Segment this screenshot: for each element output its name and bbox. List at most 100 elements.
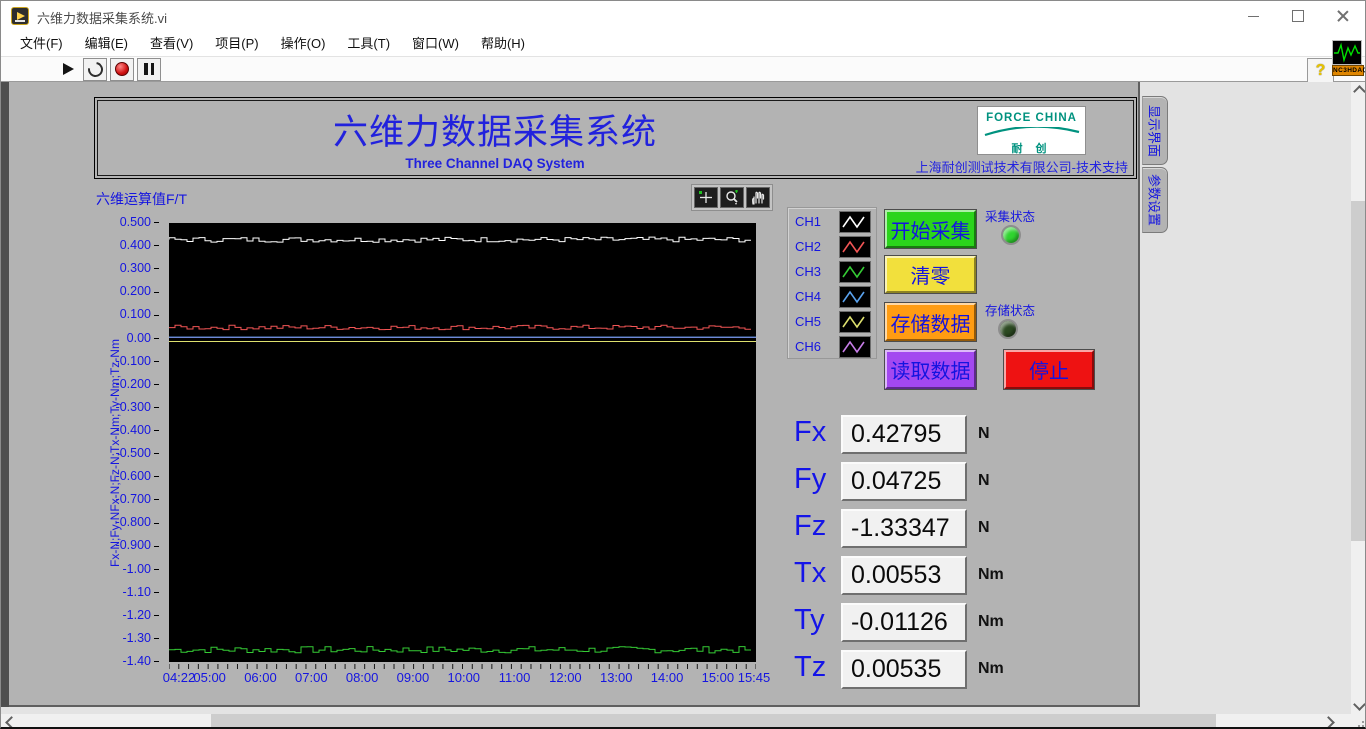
acquisition-status-label: 采集状态 [985,210,1036,224]
tab-parameter-label: 参数设置 [1146,173,1162,227]
menu-item[interactable]: 项目(P) [204,31,269,57]
legend-swatch-ch4[interactable] [839,286,871,308]
app-title: 六维力数据采集系统 [332,113,657,152]
y-tick-label: -0.900 [99,538,159,552]
tz-readout-row: Tz 0.00535 Nm [794,650,1074,690]
vertical-scrollbar[interactable] [1351,82,1365,714]
chevron-right-icon [1321,715,1335,727]
legend-label[interactable]: CH4 [795,289,821,304]
horizontal-scrollbar[interactable] [1,714,1365,727]
menu-bar: 文件(F) 编辑(E) 查看(V) 项目(P) 操作(O) 工具(T) 窗口(W) 帮助(H) [1,31,1365,57]
scroll-down-button[interactable] [1351,698,1365,714]
menu-item[interactable]: 操作(O) [270,31,337,57]
y-tick-label: -0.300 [99,400,159,414]
ty-readout-row: Ty -0.01126 Nm [794,603,1074,643]
x-tick-label: 04:22 [162,670,196,685]
menu-item[interactable]: 编辑(E) [74,31,139,57]
abort-button[interactable] [110,57,134,81]
pause-button[interactable] [137,57,161,81]
legend-label[interactable]: CH2 [795,239,821,254]
fy-value: 0.04725 [851,467,942,495]
x-tick-label: 07:00 [295,670,328,685]
legend-label[interactable]: CH6 [795,339,821,354]
panel-left-edge [1,82,9,707]
ty-label: Ty [794,604,825,636]
brand-logo: FORCE CHINA 耐 创 [977,106,1086,155]
legend-label[interactable]: CH3 [795,264,821,279]
scroll-right-button[interactable] [1321,714,1338,727]
toolbar [1,57,1365,82]
legend-swatch-ch6[interactable] [839,336,871,358]
read-data-button[interactable]: 读取数据 [884,349,977,390]
stop-button[interactable]: 停止 [1003,349,1095,390]
legend-label[interactable]: CH5 [795,314,821,329]
fy-label: Fy [794,463,827,495]
resize-grip[interactable] [1354,717,1364,727]
y-tick-label: -0.600 [99,469,159,483]
zoom-tool-button[interactable] [720,187,744,208]
fy-readout-row: Fy 0.04725 N [794,462,1074,502]
pause-icon [144,63,154,75]
cursor-tool-button[interactable] [694,187,718,208]
zoom-tool-icon [726,190,738,205]
menu-item[interactable]: 工具(T) [336,31,401,57]
waveform-chart-plot-area[interactable] [169,223,756,671]
waveform-swatch-icon [842,215,865,229]
ty-value: -0.01126 [851,608,948,636]
labview-window: 六维力数据采集系统.vi 文件(F) 编辑(E) 查看(V) 项目(P) 操作(O) 工具… [0,0,1366,729]
fz-readout-row: Fz -1.33347 N [794,509,1074,549]
tx-value: 0.00553 [851,561,942,589]
minimize-icon [1247,15,1259,17]
legend-swatch-ch5[interactable] [839,311,871,333]
zero-clear-button[interactable]: 清零 [884,255,977,294]
fx-value: 0.42795 [851,420,942,448]
tz-unit: Nm [978,660,1004,677]
legend-swatch-ch3[interactable] [839,261,871,283]
pan-tool-button[interactable] [746,187,770,208]
tx-label: Tx [794,557,827,589]
legend-swatch-ch1[interactable] [839,211,871,233]
minimize-button[interactable] [1230,1,1276,31]
menu-item[interactable]: 查看(V) [139,31,204,57]
tab-parameter-page[interactable]: 参数设置 [1142,167,1168,233]
tx-value-box: 0.00553 [841,556,967,595]
legend-label[interactable]: CH1 [795,214,821,229]
y-tick-label: -1.40 [99,654,159,668]
scroll-left-button[interactable] [1,714,18,727]
maximize-button[interactable] [1275,1,1321,31]
start-acquisition-button[interactable]: 开始采集 [884,209,977,249]
horizontal-scrollbar-thumb[interactable] [211,714,1216,727]
x-tick-label: 06:00 [244,670,277,685]
help-button[interactable]: ? [1307,58,1334,83]
run-continuous-button[interactable] [83,57,107,81]
y-tick-label: -0.100 [99,354,159,368]
chevron-up-icon [1353,85,1365,98]
storage-status-label: 存储状态 [985,304,1036,318]
brand-logo-text: FORCE CHINA [986,112,1077,124]
graph-title: 六维运算值F/T [96,191,187,207]
run-continuous-icon [84,58,106,80]
run-button[interactable] [56,57,80,81]
store-data-button[interactable]: 存储数据 [884,302,977,342]
chevron-down-icon [1353,698,1365,711]
waveform-swatch-icon [842,290,865,304]
x-tick-label: 11:00 [498,670,531,685]
close-button[interactable] [1320,1,1365,31]
fz-value-box: -1.33347 [841,509,967,548]
tab-display-page[interactable]: 显示界面 [1142,96,1168,165]
menu-item[interactable]: 帮助(H) [470,31,536,57]
storage-status-led [998,319,1018,339]
legend-row-ch3: CH3 [788,260,876,285]
menu-item[interactable]: 窗口(W) [401,31,470,57]
y-tick-label: -1.30 [99,631,159,645]
y-tick-label: 0.500 [99,215,159,229]
legend-swatch-ch2[interactable] [839,236,871,258]
legend-row-ch5: CH5 [788,310,876,335]
menu-item[interactable]: 文件(F) [9,31,74,57]
x-tick-label: 15:00 [701,670,735,685]
vertical-scrollbar-thumb[interactable] [1351,201,1365,541]
scroll-up-button[interactable] [1351,82,1365,98]
abort-icon [115,62,129,76]
help-icon: ? [1315,61,1326,79]
y-tick-label: -1.20 [99,608,159,622]
